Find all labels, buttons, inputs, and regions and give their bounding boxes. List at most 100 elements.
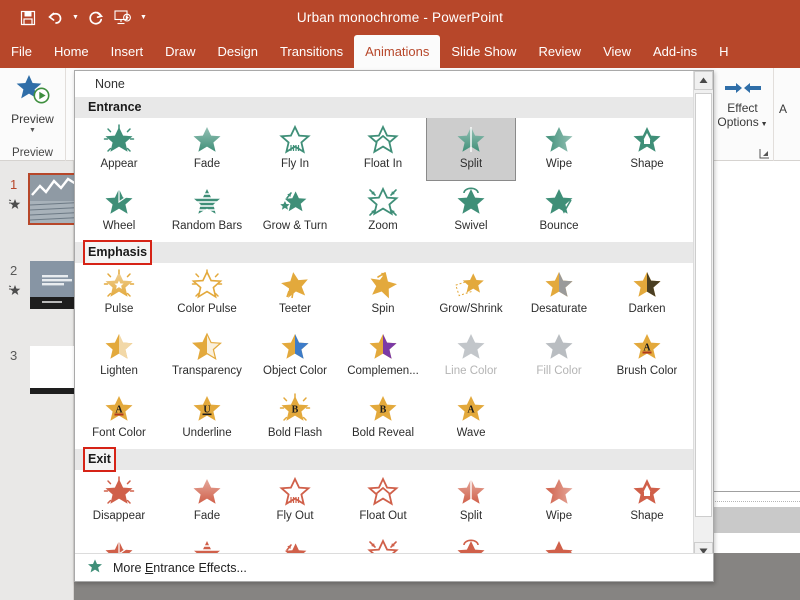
animation-effect-fly-in[interactable]: Fly In (251, 118, 339, 180)
animation-effect-transparency[interactable]: Transparency (163, 325, 251, 387)
dialog-box-launcher[interactable] (759, 148, 770, 159)
gallery-item-none[interactable]: None (75, 71, 694, 97)
save-icon[interactable] (16, 6, 40, 30)
slide-number: 1 (10, 177, 17, 192)
animation-effect-float-out[interactable]: Float Out (339, 470, 427, 532)
animation-effect-bold-flash[interactable]: BBold Flash (251, 387, 339, 449)
animation-effect-zoom[interactable]: Zoom (339, 180, 427, 242)
animation-effect-grow-shrink[interactable]: Grow/Shrink (427, 263, 515, 325)
animation-star-marker (8, 197, 22, 211)
animation-effect-color-pulse[interactable]: Color Pulse (163, 263, 251, 325)
slide-number: 3 (10, 348, 17, 363)
animation-effect-wipe[interactable]: Wipe (515, 470, 603, 532)
animation-effect-label: Darken (628, 303, 665, 315)
animation-effect-spin[interactable]: Spin (339, 263, 427, 325)
animation-effect-bounce[interactable]: Bounce (515, 180, 603, 242)
star-pulse-icon (102, 269, 136, 301)
star-bounce-icon (542, 186, 576, 218)
animation-effect-wave[interactable]: AWave (427, 387, 515, 449)
tab-animations[interactable]: Animations (354, 35, 440, 68)
animation-effect-label: Brush Color (617, 365, 678, 377)
animation-effect-fill-color: Fill Color (515, 325, 603, 387)
animation-effect-fade[interactable]: Fade (163, 118, 251, 180)
animation-gallery-dropdown[interactable]: None EntranceAppearFadeFly InFloat InSpl… (74, 70, 714, 582)
animation-effect-shape[interactable]: Shape (603, 118, 691, 180)
animation-effect-teeter[interactable]: Teeter (251, 263, 339, 325)
animation-effect-label: Complemen... (347, 365, 419, 377)
animation-effect-swivel[interactable]: Swivel (427, 180, 515, 242)
animation-effect-desaturate[interactable]: Desaturate (515, 263, 603, 325)
animation-effect-wheel[interactable]: Wheel (75, 180, 163, 242)
gallery-row: PulseColor Pulse Teeter Spin Grow/ShrinkDes… (75, 263, 694, 325)
customize-qat-caret[interactable]: ▼ (138, 6, 149, 30)
animation-effect-complemen[interactable]: Complemen... (339, 325, 427, 387)
tab-view[interactable]: View (592, 35, 642, 68)
animation-effect-float-in[interactable]: Float In (339, 118, 427, 180)
tab-draw[interactable]: Draw (154, 35, 206, 68)
more-entrance-effects-button[interactable]: More Entrance Effects... (75, 553, 713, 581)
animation-effect-bold-reveal[interactable]: BBold Reveal (339, 387, 427, 449)
animation-effect-label: Spin (371, 303, 394, 315)
effect-options-label-line1: Effect (712, 101, 773, 115)
tab-design[interactable]: Design (207, 35, 269, 68)
star-wheel-icon (102, 186, 136, 218)
star-randombars-icon (190, 186, 224, 218)
svg-text:B: B (380, 405, 387, 416)
tab-review[interactable]: Review (527, 35, 592, 68)
preview-button[interactable]: Preview ▼ (0, 68, 65, 135)
animation-effect-appear[interactable]: Appear (75, 118, 163, 180)
gallery-section-header-exit: Exit (75, 449, 694, 470)
preview-dropdown-caret[interactable]: ▼ (29, 126, 36, 135)
tab-file[interactable]: File (0, 35, 43, 68)
animation-effect-shape[interactable]: Shape (603, 470, 691, 532)
tab-home[interactable]: Home (43, 35, 100, 68)
start-presentation-icon[interactable] (111, 6, 135, 30)
effect-options-button[interactable] (712, 68, 773, 101)
animation-effect-object-color[interactable]: Object Color (251, 325, 339, 387)
animation-effect-wipe[interactable]: Wipe (515, 118, 603, 180)
gallery-section-label: Entrance (85, 97, 145, 118)
effect-options-caret[interactable]: ▼ (759, 121, 768, 128)
animation-effect-random-bars[interactable]: Random Bars (163, 180, 251, 242)
star-fillcolor-icon (542, 331, 576, 363)
star-burst-icon (102, 476, 136, 508)
animation-effect-lighten[interactable]: Lighten (75, 325, 163, 387)
animation-effect-split[interactable]: Split (427, 470, 515, 532)
animation-effect-underline[interactable]: UUnderline (163, 387, 251, 449)
animation-effect-label: Shape (630, 510, 663, 522)
tab-insert[interactable]: Insert (100, 35, 155, 68)
animation-effect-line-color: Line Color (427, 325, 515, 387)
scroll-up-arrow-icon[interactable] (694, 71, 713, 90)
animation-effect-darken[interactable]: Darken (603, 263, 691, 325)
animation-star-marker (8, 283, 22, 297)
tab-add-ins[interactable]: Add-ins (642, 35, 708, 68)
animation-effect-grow-turn[interactable]: Grow & Turn (251, 180, 339, 242)
svg-text:A: A (467, 405, 475, 416)
animation-effect-pulse[interactable]: Pulse (75, 263, 163, 325)
star-flyin-icon (278, 124, 312, 156)
scrollbar-thumb[interactable] (695, 93, 712, 517)
animation-effect-label: Bounce (539, 220, 578, 232)
animation-effect-label: Float Out (359, 510, 406, 522)
animation-effect-font-color[interactable]: AFont Color (75, 387, 163, 449)
animation-effect-fade[interactable]: Fade (163, 470, 251, 532)
undo-icon[interactable] (43, 6, 67, 30)
animation-effect-label: Teeter (279, 303, 311, 315)
star-teeter-icon (278, 269, 312, 301)
redo-icon[interactable] (84, 6, 108, 30)
star-shape-icon (630, 476, 664, 508)
animation-effect-disappear[interactable]: Disappear (75, 470, 163, 532)
animation-effect-split[interactable]: Split (427, 118, 515, 180)
tab-slide-show[interactable]: Slide Show (440, 35, 527, 68)
tab-help[interactable]: H (708, 35, 739, 68)
slide-thumbnail-panel[interactable]: 1 2 (0, 161, 74, 600)
animation-effect-fly-out[interactable]: Fly Out (251, 470, 339, 532)
star-underline-icon: U (190, 393, 224, 425)
preview-group-label: Preview (0, 147, 65, 159)
animation-effect-label: Split (460, 510, 482, 522)
undo-dropdown-caret[interactable]: ▼ (70, 6, 81, 30)
gallery-scrollbar[interactable] (693, 71, 713, 561)
animation-effect-label: Fade (194, 158, 220, 170)
animation-effect-brush-color[interactable]: ABrush Color (603, 325, 691, 387)
tab-transitions[interactable]: Transitions (269, 35, 354, 68)
